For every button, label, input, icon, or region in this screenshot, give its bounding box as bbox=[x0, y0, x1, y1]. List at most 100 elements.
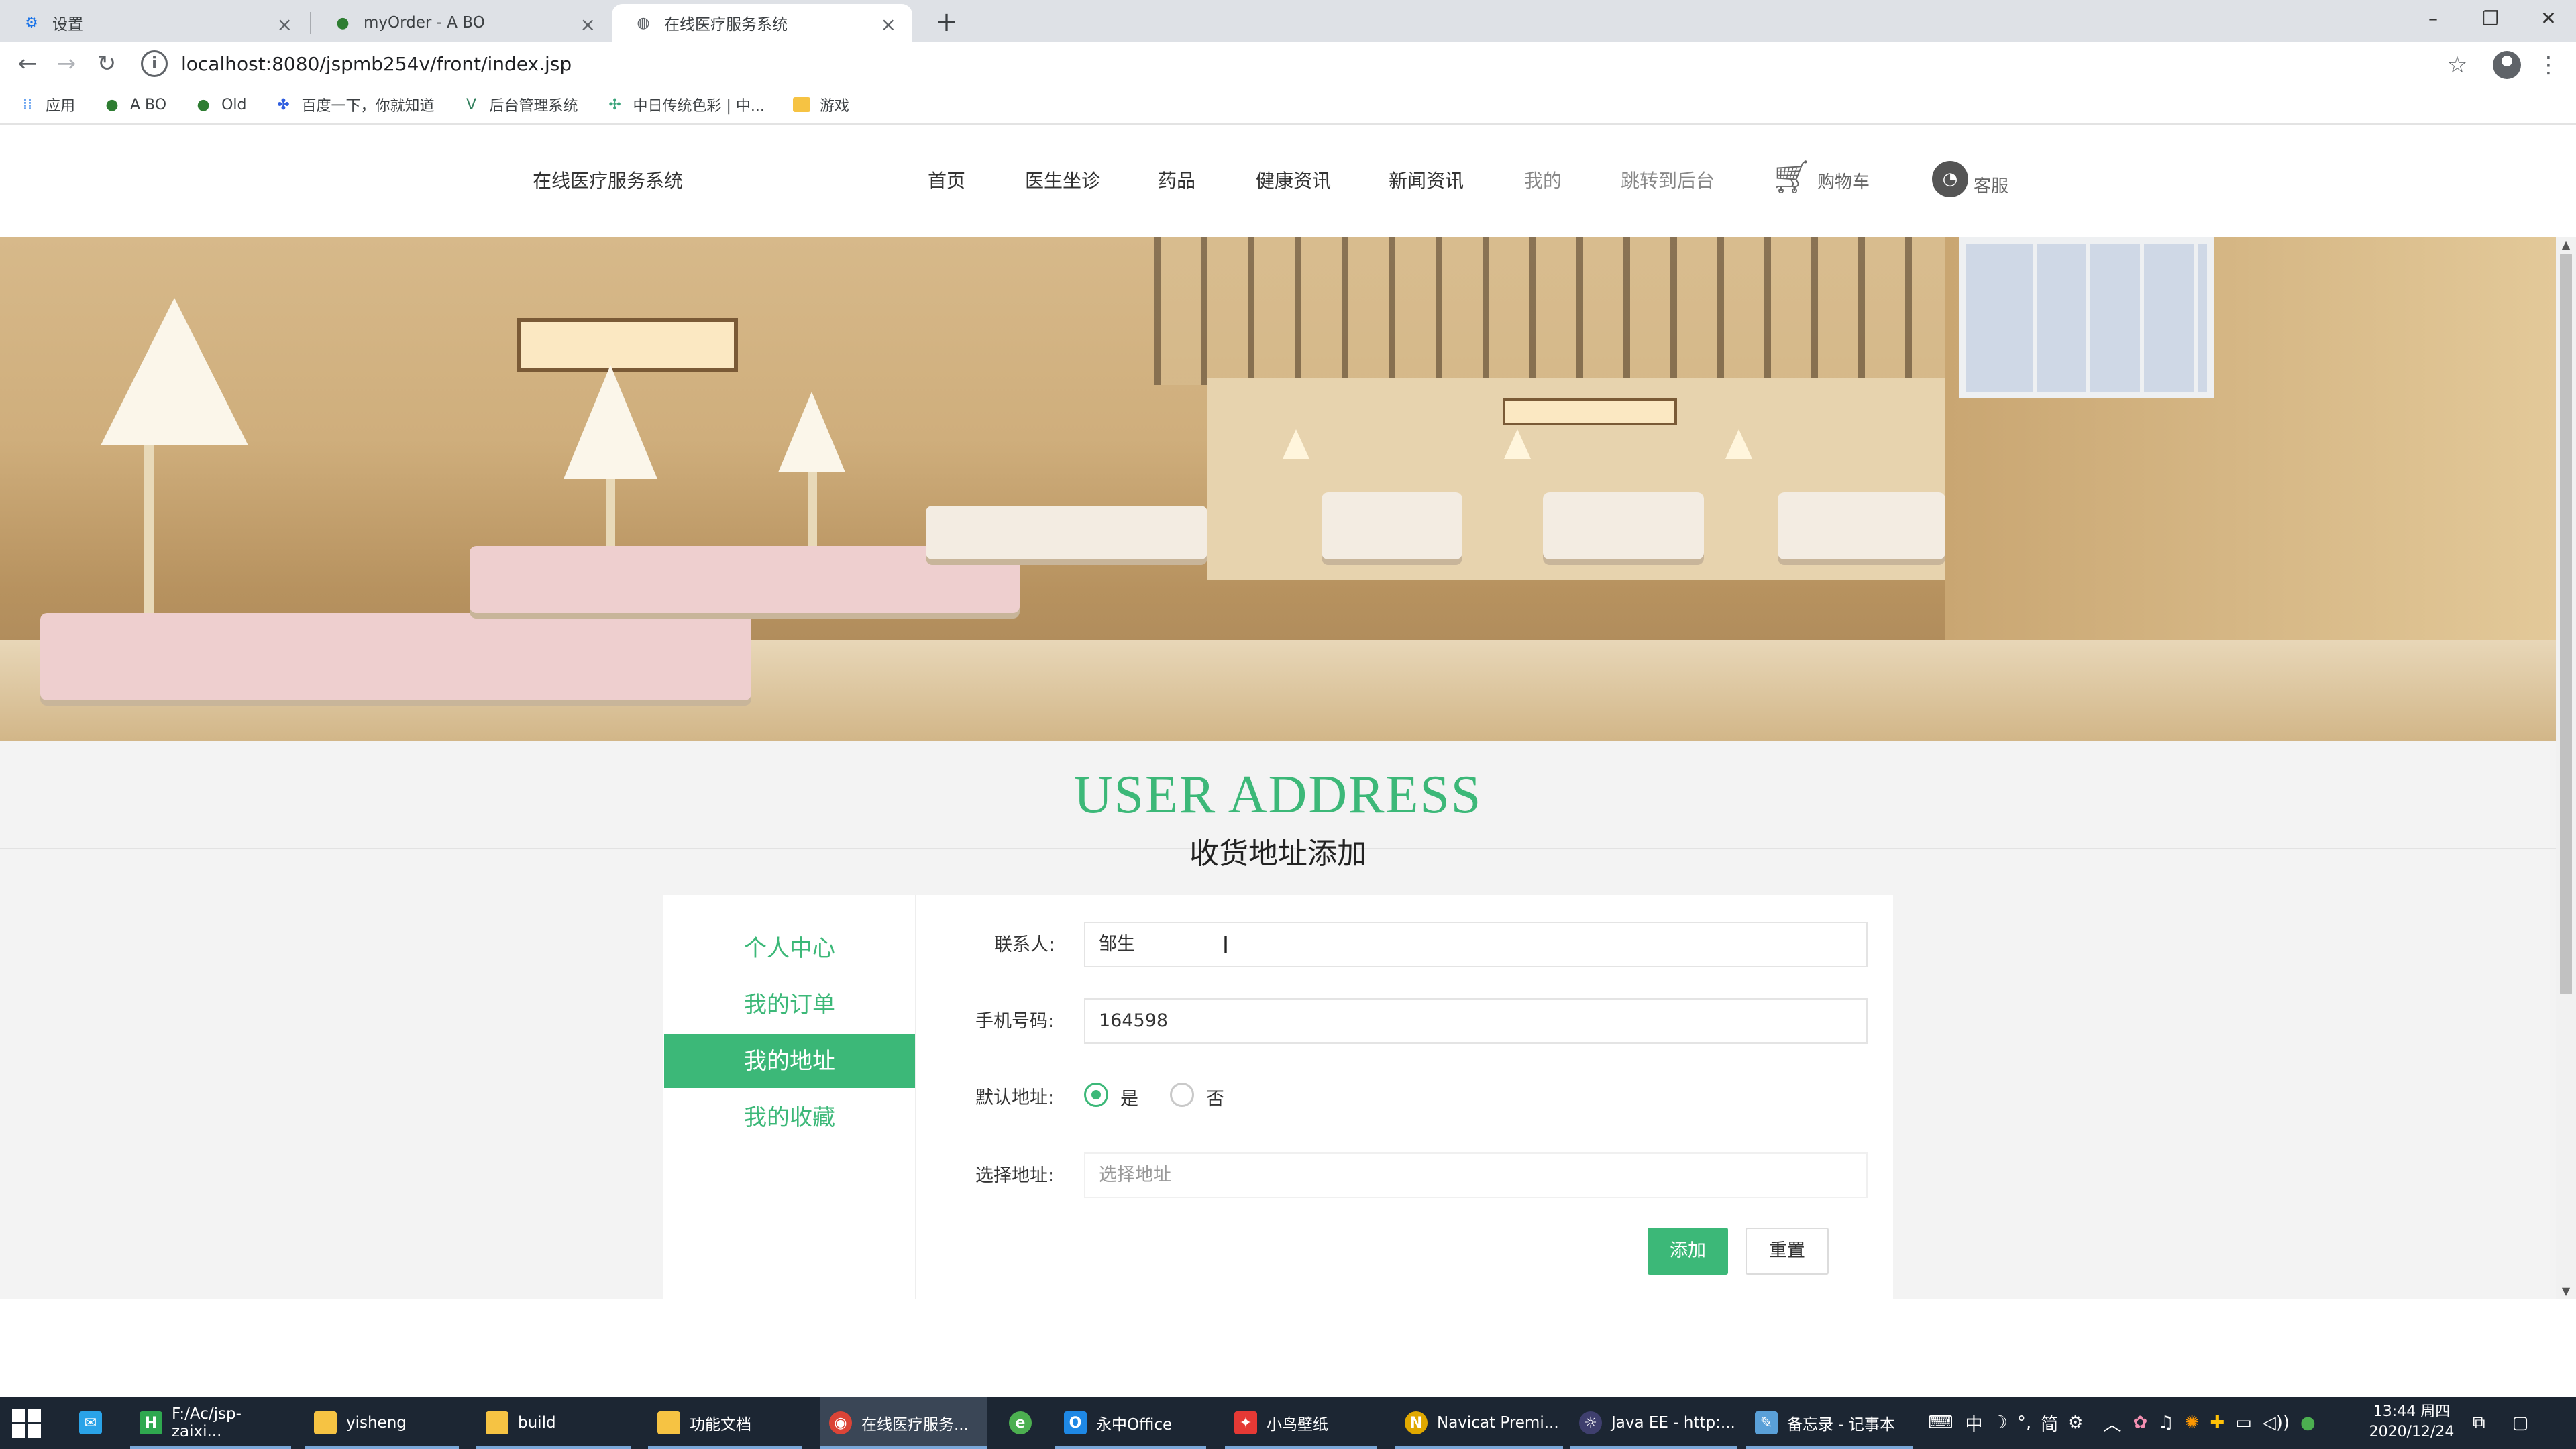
site-title[interactable]: 在线医疗服务系统 bbox=[533, 166, 683, 193]
tray-app-icon[interactable]: ✚ bbox=[2210, 1413, 2224, 1433]
address-bar[interactable]: i localhost:8080/jspmb254v/front/index.j… bbox=[141, 46, 2462, 82]
tray-app-icon[interactable]: ✿ bbox=[2133, 1413, 2147, 1433]
taskbar-pinned-app[interactable]: e bbox=[1000, 1397, 1046, 1449]
default-yes-radio[interactable] bbox=[1084, 1083, 1108, 1107]
star-icon[interactable]: ☆ bbox=[2440, 48, 2474, 82]
url-text[interactable]: localhost:8080/jspmb254v/front/index.jsp bbox=[181, 53, 572, 75]
network-icon[interactable]: ▭ bbox=[2235, 1413, 2252, 1433]
taskbar-item-office[interactable]: O 永中Office bbox=[1055, 1397, 1206, 1449]
nav-medicine[interactable]: 药品 bbox=[1158, 166, 1195, 193]
bookmark-colors[interactable]: ✣ 中日传统色彩 | 中... bbox=[606, 94, 765, 115]
taskbar-item-navicat[interactable]: N Navicat Premi... bbox=[1395, 1397, 1563, 1449]
taskbar-item-notepad[interactable]: ✎ 备忘录 - 记事本 bbox=[1746, 1397, 1913, 1449]
microphone-icon[interactable]: ♫ bbox=[2158, 1413, 2174, 1433]
nav-service[interactable]: ◔ 客服 bbox=[1932, 161, 2008, 197]
nav-cart[interactable]: 🛒︎ 购物车 bbox=[1771, 161, 1870, 193]
default-no-label[interactable]: 否 bbox=[1206, 1084, 1224, 1110]
scroll-down-icon[interactable]: ▼ bbox=[2556, 1284, 2576, 1299]
task-view-icon[interactable]: ⧉ bbox=[2473, 1413, 2485, 1434]
window-close-button[interactable]: ✕ bbox=[2520, 0, 2576, 38]
bookmark-old[interactable]: ● Old bbox=[195, 96, 246, 113]
address-select-input[interactable]: 选择地址 bbox=[1084, 1152, 1868, 1198]
taskbar-pinned-app[interactable]: ✉ bbox=[70, 1397, 117, 1449]
action-center-icon[interactable]: ▢ bbox=[2512, 1413, 2529, 1433]
punctuation-icon[interactable]: °, bbox=[2017, 1413, 2031, 1433]
back-arrow-icon[interactable]: ← bbox=[12, 48, 43, 79]
phone-label: 手机号码: bbox=[975, 1011, 1055, 1032]
windows-start-icon[interactable] bbox=[12, 1409, 42, 1438]
taskbar-item-wallpaper[interactable]: ✦ 小鸟壁纸 bbox=[1225, 1397, 1377, 1449]
scroll-thumb[interactable] bbox=[2560, 254, 2572, 994]
service-label: 客服 bbox=[1974, 176, 2009, 197]
ime-mode[interactable]: 简 bbox=[2041, 1411, 2058, 1436]
taskbar-label: 备忘录 - 记事本 bbox=[1787, 1416, 1895, 1434]
taskbar-clock[interactable]: 13:44 周四 2020/12/24 bbox=[2361, 1402, 2462, 1442]
tab-medical-system[interactable]: ◍ 在线医疗服务系统 × bbox=[612, 4, 912, 42]
menu-my-orders[interactable]: 我的订单 bbox=[664, 978, 915, 1032]
nav-doctors[interactable]: 医生坐诊 bbox=[1025, 166, 1100, 193]
bookmark-apps[interactable]: ⁞⁞ 应用 bbox=[19, 94, 75, 115]
nav-admin[interactable]: 跳转到后台 bbox=[1621, 166, 1715, 193]
reset-button[interactable]: 重置 bbox=[1746, 1228, 1829, 1275]
moon-icon[interactable]: ☽ bbox=[1992, 1413, 2008, 1433]
default-no-radio[interactable] bbox=[1170, 1083, 1194, 1107]
folder-icon bbox=[792, 97, 810, 112]
taskbar-item-chrome[interactable]: ◉ 在线医疗服务... bbox=[820, 1397, 987, 1449]
nav-mine[interactable]: 我的 bbox=[1524, 166, 1562, 193]
minimize-button[interactable]: – bbox=[2404, 0, 2462, 38]
restore-button[interactable]: ❐ bbox=[2462, 0, 2520, 38]
add-button[interactable]: 添加 bbox=[1648, 1228, 1728, 1275]
notepad-icon: ✎ bbox=[1755, 1411, 1778, 1434]
banner-small-lamp bbox=[1725, 429, 1752, 459]
reload-icon[interactable]: ↻ bbox=[91, 48, 122, 79]
keyboard-icon[interactable]: ⌨ bbox=[1928, 1413, 1953, 1433]
close-icon[interactable]: × bbox=[277, 13, 292, 36]
bookmark-admin[interactable]: V 后台管理系统 bbox=[463, 94, 578, 115]
taskbar-item-folder[interactable]: build bbox=[476, 1397, 631, 1449]
scroll-up-icon[interactable]: ▲ bbox=[2556, 237, 2576, 252]
settings-icon[interactable]: ⚙ bbox=[2068, 1413, 2083, 1433]
nav-home[interactable]: 首页 bbox=[928, 166, 965, 193]
bookmark-baidu[interactable]: ✤ 百度一下，你就知道 bbox=[275, 94, 434, 115]
battery-indicator-icon[interactable]: ● bbox=[2300, 1413, 2316, 1433]
nav-health-info[interactable]: 健康资讯 bbox=[1256, 166, 1331, 193]
tab-settings[interactable]: ⚙ 设置 × bbox=[0, 4, 309, 42]
bookmark-games[interactable]: 游戏 bbox=[792, 94, 849, 115]
menu-my-favorites[interactable]: 我的收藏 bbox=[664, 1091, 915, 1144]
volume-icon[interactable]: ◁)) bbox=[2263, 1413, 2290, 1433]
taskbar-item-folder[interactable]: 功能文档 bbox=[648, 1397, 802, 1449]
bookmark-abo[interactable]: ● A BO bbox=[103, 96, 166, 113]
banner-small-lamp bbox=[1283, 429, 1309, 459]
clock-date: 2020/12/24 bbox=[2369, 1424, 2455, 1440]
wechat-icon: ◔ bbox=[1932, 161, 1968, 197]
close-icon[interactable]: × bbox=[580, 13, 596, 36]
banner-lamp bbox=[101, 298, 248, 445]
notification-area: ⧉ ▢ bbox=[2473, 1397, 2528, 1449]
taskbar-item-folder[interactable]: yisheng bbox=[305, 1397, 459, 1449]
tray-app-icon[interactable]: ✺ bbox=[2185, 1413, 2200, 1433]
default-yes-label[interactable]: 是 bbox=[1120, 1084, 1138, 1110]
hbuilder-icon: H bbox=[140, 1411, 162, 1434]
taskbar-item-eclipse[interactable]: ☼ Java EE - http:... bbox=[1570, 1397, 1737, 1449]
taskbar-label: 永中Office bbox=[1096, 1416, 1173, 1434]
new-tab-button[interactable]: + bbox=[930, 5, 963, 39]
page-scrollbar[interactable]: ▲ ▼ bbox=[2556, 237, 2576, 1299]
tab-myorder[interactable]: ● myOrder - A BO × bbox=[311, 4, 612, 42]
nav-news[interactable]: 新闻资讯 bbox=[1389, 166, 1464, 193]
info-icon[interactable]: i bbox=[141, 50, 168, 77]
banner-bed bbox=[40, 613, 751, 700]
menu-my-address[interactable]: 我的地址 bbox=[664, 1034, 915, 1088]
apps-icon: ⁞⁞ bbox=[23, 96, 32, 113]
menu-personal-center[interactable]: 个人中心 bbox=[664, 922, 915, 975]
close-icon[interactable]: × bbox=[881, 13, 896, 36]
menu-dots-icon[interactable]: ⋮ bbox=[2532, 48, 2565, 82]
taskbar-item-hbuilder[interactable]: H F:/Ac/jsp-zaixi... bbox=[130, 1397, 291, 1449]
forward-arrow-icon[interactable]: → bbox=[51, 48, 82, 79]
profile-avatar-icon[interactable] bbox=[2493, 51, 2521, 79]
contact-input[interactable]: 邹生 bbox=[1084, 922, 1868, 967]
chevron-up-icon[interactable]: ︿ bbox=[2103, 1411, 2121, 1436]
phone-input[interactable]: 164598 bbox=[1084, 998, 1868, 1044]
contact-label: 联系人: bbox=[994, 934, 1055, 955]
banner-lamp-stem bbox=[144, 445, 154, 620]
ime-language[interactable]: 中 bbox=[1966, 1411, 1983, 1436]
